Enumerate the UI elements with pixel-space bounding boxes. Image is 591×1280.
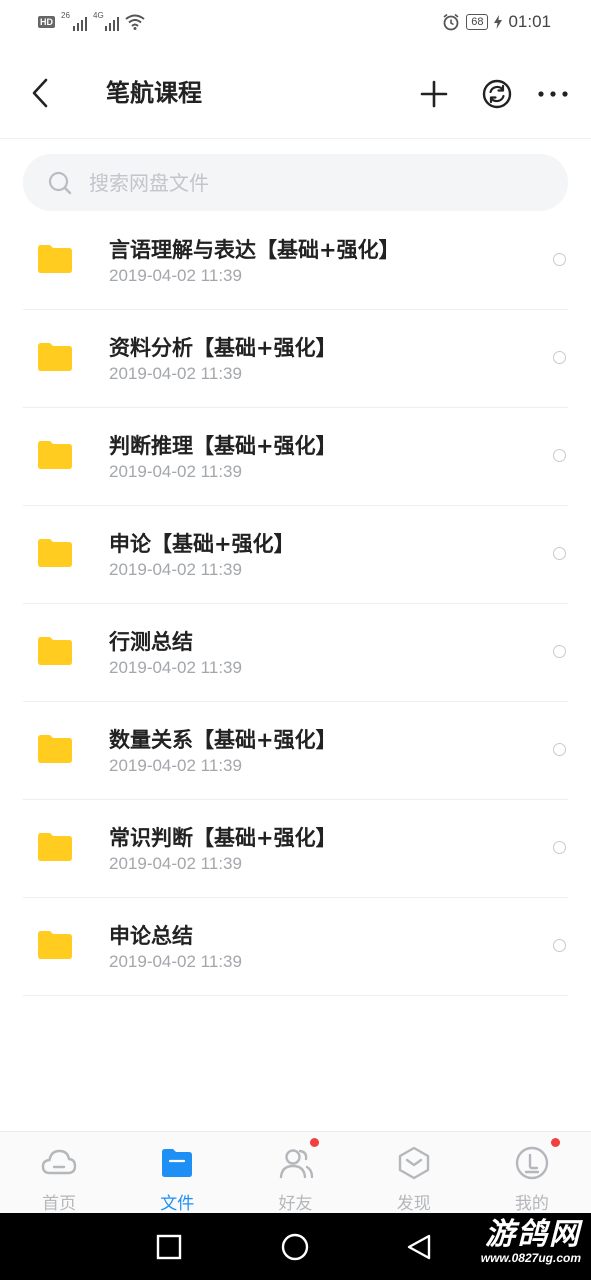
friends-icon bbox=[279, 1149, 313, 1179]
select-radio[interactable] bbox=[553, 645, 566, 658]
header: 笔航课程 bbox=[0, 48, 591, 139]
file-date: 2019-04-02 11:39 bbox=[109, 462, 242, 481]
add-button[interactable] bbox=[414, 74, 454, 114]
discover-icon bbox=[398, 1146, 429, 1180]
watermark-url: www.0827ug.com bbox=[480, 1251, 581, 1265]
square-icon bbox=[156, 1234, 182, 1260]
bottom-nav: 首页 文件 好友 发现 我的 bbox=[0, 1131, 591, 1214]
charging-icon bbox=[494, 15, 503, 29]
nav-label: 发现 bbox=[396, 1194, 431, 1214]
list-item[interactable]: 申论总结 2019-04-02 11:39 bbox=[23, 898, 568, 996]
nav-label: 我的 bbox=[514, 1194, 549, 1214]
file-date: 2019-04-02 11:39 bbox=[109, 854, 242, 873]
list-item[interactable]: 申论【基础+强化】 2019-04-02 11:39 bbox=[23, 506, 568, 604]
triangle-back-icon bbox=[407, 1234, 431, 1260]
file-date: 2019-04-02 11:39 bbox=[109, 364, 242, 383]
select-radio[interactable] bbox=[553, 547, 566, 560]
cloud-icon bbox=[41, 1149, 77, 1175]
file-date: 2019-04-02 11:39 bbox=[109, 560, 242, 579]
list-item[interactable]: 言语理解与表达【基础+强化】 2019-04-02 11:39 bbox=[23, 212, 568, 310]
recents-button[interactable] bbox=[153, 1231, 185, 1263]
plus-icon bbox=[420, 80, 448, 108]
alarm-icon bbox=[443, 13, 459, 31]
list-item[interactable]: 常识判断【基础+强化】 2019-04-02 11:39 bbox=[23, 800, 568, 898]
select-radio[interactable] bbox=[553, 351, 566, 364]
file-date: 2019-04-02 11:39 bbox=[109, 266, 242, 285]
file-list: 言语理解与表达【基础+强化】 2019-04-02 11:39 资料分析【基础+… bbox=[23, 212, 568, 996]
folder-icon bbox=[38, 931, 72, 959]
list-item[interactable]: 判断推理【基础+强化】 2019-04-02 11:39 bbox=[23, 408, 568, 506]
file-name: 常识判断【基础+强化】 bbox=[109, 826, 337, 850]
select-radio[interactable] bbox=[553, 939, 566, 952]
list-item[interactable]: 数量关系【基础+强化】 2019-04-02 11:39 bbox=[23, 702, 568, 800]
nav-home[interactable]: 首页 bbox=[0, 1132, 118, 1214]
file-name: 申论总结 bbox=[109, 924, 193, 948]
network-label: 26 bbox=[61, 11, 70, 20]
more-icon bbox=[538, 91, 568, 97]
nav-discover[interactable]: 发现 bbox=[355, 1132, 473, 1214]
folder-icon bbox=[38, 735, 72, 763]
watermark-logo: 游鸽网 www.0827ug.com bbox=[480, 1217, 581, 1266]
folder-icon bbox=[38, 245, 72, 273]
notification-dot bbox=[310, 1138, 320, 1147]
folder-icon bbox=[38, 833, 72, 861]
circle-icon bbox=[281, 1233, 309, 1261]
hd-badge: HD bbox=[38, 16, 55, 28]
refresh-button[interactable] bbox=[477, 74, 517, 114]
system-nav-bar: 游鸽网 www.0827ug.com bbox=[0, 1213, 591, 1280]
back-nav-button[interactable] bbox=[404, 1231, 436, 1263]
back-arrow-icon bbox=[32, 78, 48, 108]
folder-icon bbox=[38, 343, 72, 371]
more-button[interactable] bbox=[533, 74, 573, 114]
list-item[interactable]: 行测总结 2019-04-02 11:39 bbox=[23, 604, 568, 702]
nav-label: 好友 bbox=[278, 1194, 313, 1214]
search-bar[interactable] bbox=[23, 154, 568, 211]
file-name: 判断推理【基础+强化】 bbox=[109, 434, 337, 458]
search-input[interactable] bbox=[87, 169, 511, 196]
file-name: 申论【基础+强化】 bbox=[109, 532, 295, 556]
folder-icon bbox=[38, 539, 72, 567]
profile-icon bbox=[515, 1146, 549, 1180]
status-left: HD 26 4G bbox=[38, 11, 145, 31]
select-radio[interactable] bbox=[553, 449, 566, 462]
list-item[interactable]: 资料分析【基础+强化】 2019-04-02 11:39 bbox=[23, 310, 568, 408]
file-name: 言语理解与表达【基础+强化】 bbox=[109, 238, 400, 262]
nav-label: 文件 bbox=[160, 1194, 195, 1214]
file-date: 2019-04-02 11:39 bbox=[109, 952, 242, 971]
wifi-icon bbox=[125, 14, 145, 30]
watermark-main: 游鸽网 bbox=[485, 1217, 581, 1252]
search-icon bbox=[48, 171, 72, 194]
status-bar: HD 26 4G 68 01:01 bbox=[0, 0, 591, 48]
file-name: 数量关系【基础+强化】 bbox=[109, 728, 337, 752]
home-button[interactable] bbox=[279, 1231, 311, 1263]
select-radio[interactable] bbox=[553, 841, 566, 854]
folder-icon bbox=[38, 441, 72, 469]
file-name: 行测总结 bbox=[109, 630, 193, 654]
file-date: 2019-04-02 11:39 bbox=[109, 756, 242, 775]
file-name: 资料分析【基础+强化】 bbox=[109, 336, 337, 360]
back-button[interactable] bbox=[26, 74, 56, 112]
notification-dot bbox=[550, 1138, 560, 1147]
page-title: 笔航课程 bbox=[106, 79, 202, 107]
status-right: 68 01:01 bbox=[442, 12, 551, 32]
nav-friends[interactable]: 好友 bbox=[236, 1132, 354, 1214]
folder-icon bbox=[38, 637, 72, 665]
refresh-icon bbox=[482, 79, 512, 109]
network-label-2: 4G bbox=[93, 11, 104, 20]
file-date: 2019-04-02 11:39 bbox=[109, 658, 242, 677]
nav-files[interactable]: 文件 bbox=[118, 1132, 236, 1214]
select-radio[interactable] bbox=[553, 253, 566, 266]
nav-label: 首页 bbox=[42, 1194, 77, 1214]
select-radio[interactable] bbox=[553, 743, 566, 756]
battery-level: 68 bbox=[466, 14, 489, 30]
folder-icon bbox=[162, 1149, 193, 1177]
signal-icon: 26 bbox=[61, 11, 87, 31]
clock: 01:01 bbox=[508, 12, 551, 31]
signal-icon-2: 4G bbox=[93, 11, 119, 31]
nav-profile[interactable]: 我的 bbox=[473, 1132, 591, 1214]
